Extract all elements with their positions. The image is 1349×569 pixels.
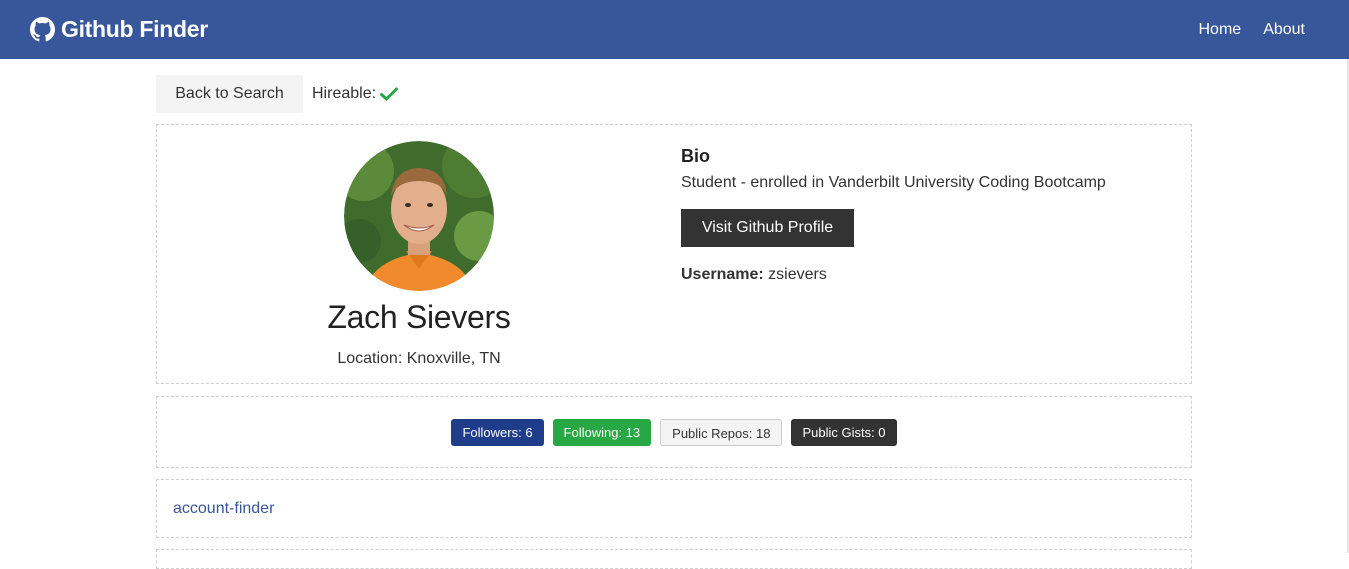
avatar [344,141,494,291]
profile-card: Zach Sievers Location: Knoxville, TN Bio… [156,124,1192,384]
username-label: Username: [681,266,764,283]
brand[interactable]: Github Finder [30,16,208,43]
nav-link-about[interactable]: About [1263,21,1305,39]
top-row: Back to Search Hireable: [156,75,1192,113]
check-icon [380,87,399,101]
hireable-status: Hireable: [312,85,399,103]
public-repos-badge: Public Repos: 18 [660,418,783,446]
profile-location: Location: Knoxville, TN [337,350,501,367]
main-content: Back to Search Hireable: Zach Sievers Lo… [156,75,1192,569]
app-title: Github Finder [61,16,208,42]
profile-details: Bio Student - enrolled in Vanderbilt Uni… [681,125,1106,383]
visit-github-profile-button[interactable]: Visit Github Profile [681,209,854,247]
nav-link-home[interactable]: Home [1199,21,1242,39]
hireable-label: Hireable: [312,85,377,102]
profile-name: Zach Sievers [327,299,511,335]
bio-heading: Bio [681,146,710,166]
repo-item [156,549,1192,569]
repo-item: account-finder [156,479,1192,538]
back-to-search-button[interactable]: Back to Search [156,75,303,113]
profile-summary: Zach Sievers Location: Knoxville, TN [157,125,681,383]
nav-links: Home About [1177,21,1306,39]
public-gists-badge: Public Gists: 0 [791,418,897,446]
followers-badge: Followers: 6 [451,418,544,446]
following-badge: Following: 13 [552,418,652,446]
username-value: zsievers [768,266,827,283]
stats-card: Followers: 6 Following: 13 Public Repos:… [156,396,1192,468]
github-icon [30,17,55,42]
username-row: Username: zsievers [681,266,1106,284]
repo-link[interactable]: account-finder [173,500,274,518]
bio-text: Student - enrolled in Vanderbilt Univers… [681,174,1106,191]
navbar: Github Finder Home About [0,0,1349,59]
